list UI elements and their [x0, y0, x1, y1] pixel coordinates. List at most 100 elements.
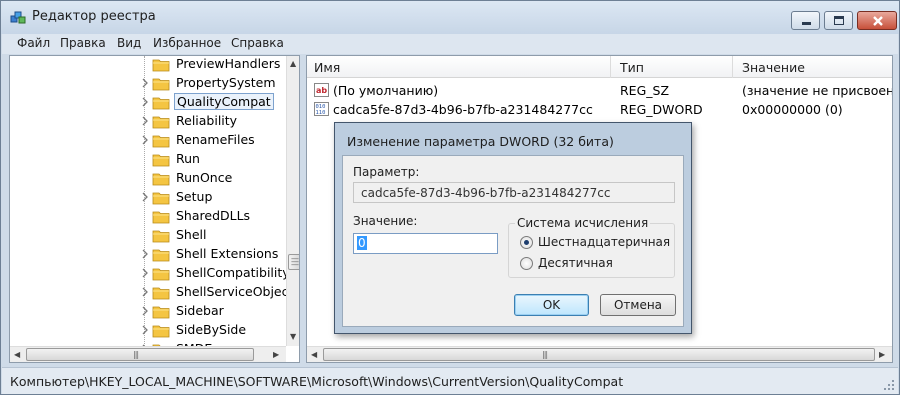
tree-item[interactable]: Run — [10, 150, 285, 169]
string-value-icon: ab — [314, 83, 329, 97]
svg-text:110: 110 — [316, 110, 326, 116]
scroll-right-arrow-icon[interactable]: ▶ — [879, 350, 885, 359]
tree-item-label: SideBySide — [176, 322, 247, 337]
tree-item-label: RenameFiles — [176, 132, 255, 147]
close-button[interactable] — [857, 11, 897, 30]
tree-vertical-scrollbar[interactable]: ▲ — — — ▼ — [286, 56, 299, 346]
folder-icon — [152, 230, 170, 243]
folder-icon — [152, 59, 170, 72]
list-header: Имя Тип Значение — [307, 56, 892, 78]
value-data-label: Значение: — [353, 214, 418, 228]
list-row[interactable]: ab (По умолчанию) REG_SZ (значение не пр… — [307, 81, 892, 100]
registry-editor-window: Редактор реестра Файл Правка Вид Избранн… — [0, 0, 900, 395]
folder-icon — [152, 287, 170, 300]
maximize-icon — [834, 16, 844, 25]
decimal-radio[interactable] — [520, 257, 533, 270]
menu-file[interactable]: Файл — [17, 36, 50, 50]
scroll-left-arrow-icon[interactable]: ◀ — [311, 350, 317, 359]
tree-item[interactable]: PropertySystem — [10, 74, 285, 93]
folder-icon — [152, 135, 170, 148]
tree-item-label: Shell — [176, 227, 207, 242]
tree-item[interactable]: SideBySide — [10, 321, 285, 340]
value-type: REG_SZ — [620, 83, 670, 98]
value-data: 0x00000000 (0) — [742, 102, 843, 117]
menu-help[interactable]: Справка — [231, 36, 284, 50]
tree-item[interactable]: RunOnce — [10, 169, 285, 188]
expand-arrow-icon[interactable] — [140, 192, 150, 202]
ok-button[interactable]: OK — [514, 294, 589, 316]
edit-dword-dialog: Изменение параметра DWORD (32 бита) Пара… — [334, 122, 692, 334]
expand-arrow-icon[interactable] — [140, 287, 150, 297]
expand-arrow-icon[interactable] — [140, 97, 150, 107]
expand-arrow-icon[interactable] — [140, 135, 150, 145]
folder-icon — [152, 116, 170, 129]
tree-horizontal-scrollbar[interactable]: ◀ ||| ▶ — [10, 346, 286, 362]
tree-item[interactable]: PreviewHandlers — [10, 56, 285, 74]
expand-arrow-icon[interactable] — [140, 268, 150, 278]
list-row[interactable]: 010 110 cadca5fe-87d3-4b96-b7fb-a2314842… — [307, 100, 892, 119]
column-type-header[interactable]: Тип — [620, 60, 644, 75]
value-data-input[interactable]: 0 — [353, 233, 498, 254]
tree-item-label: Shell Extensions — [176, 246, 279, 261]
cancel-button[interactable]: Отмена — [600, 294, 676, 316]
dialog-body: Параметр: cadca5fe-87d3-4b96-b7fb-a23148… — [342, 155, 684, 327]
minimize-button[interactable] — [791, 11, 820, 30]
tree-horizontal-scroll-thumb[interactable]: ||| — [26, 348, 254, 361]
tree-item[interactable]: Setup — [10, 188, 285, 207]
menu-favorites[interactable]: Избранное — [153, 36, 221, 50]
tree-item-label: Reliability — [176, 113, 238, 128]
value-name: cadca5fe-87d3-4b96-b7fb-a231484277cc — [333, 102, 593, 117]
menu-view[interactable]: Вид — [117, 36, 141, 50]
tree-item[interactable]: RenameFiles — [10, 131, 285, 150]
tree-item[interactable]: QualityCompat — [10, 93, 285, 112]
tree-item[interactable]: Shell — [10, 226, 285, 245]
value-name-field: cadca5fe-87d3-4b96-b7fb-a231484277cc — [353, 182, 675, 203]
column-separator[interactable] — [732, 56, 733, 78]
expand-arrow-icon[interactable] — [140, 249, 150, 259]
expand-arrow-icon[interactable] — [140, 325, 150, 335]
expand-arrow-icon[interactable] — [140, 306, 150, 316]
svg-text:ab: ab — [316, 86, 327, 95]
scroll-up-arrow-icon[interactable]: ▲ — [290, 59, 296, 68]
decimal-label[interactable]: Десятичная — [538, 256, 613, 270]
tree-item-label: Run — [176, 151, 200, 166]
value-data: (значение не присвоено) — [742, 83, 893, 98]
column-separator[interactable] — [610, 56, 611, 78]
maximize-button[interactable] — [824, 11, 853, 30]
tree-item[interactable]: ShellCompatibility — [10, 264, 290, 283]
key-tree[interactable]: PreviewHandlers PropertySystem QualityComp… — [9, 55, 300, 363]
hexadecimal-radio[interactable] — [520, 236, 533, 249]
list-horizontal-scrollbar[interactable]: ◀ ||| ▶ — [307, 346, 892, 362]
title-bar[interactable]: Редактор реестра — [1, 1, 899, 34]
tree-item[interactable]: SharedDLLs — [10, 207, 285, 226]
tree-item[interactable]: Reliability — [10, 112, 285, 131]
grip-icon: — — — — [291, 254, 299, 269]
scroll-left-arrow-icon[interactable]: ◀ — [14, 350, 20, 359]
menu-bar: Файл Правка Вид Избранное Справка — [2, 34, 898, 54]
scroll-down-arrow-icon[interactable]: ▼ — [290, 332, 296, 341]
folder-icon — [152, 249, 170, 262]
tree-vertical-scroll-thumb[interactable]: — — — — [288, 254, 299, 270]
scroll-right-arrow-icon[interactable]: ▶ — [273, 350, 279, 359]
list-horizontal-scroll-thumb[interactable]: ||| — [323, 348, 875, 361]
dialog-title[interactable]: Изменение параметра DWORD (32 бита) — [347, 134, 614, 149]
expand-arrow-icon[interactable] — [140, 116, 150, 126]
current-key-path: Компьютер\HKEY_LOCAL_MACHINE\SOFTWARE\Mi… — [10, 374, 624, 389]
tree-item[interactable]: Shell Extensions — [10, 245, 285, 264]
resize-grip-icon[interactable] — [883, 379, 895, 391]
menu-edit[interactable]: Правка — [60, 36, 106, 50]
window-title: Редактор реестра — [32, 9, 156, 24]
tree-item-label: RunOnce — [176, 170, 233, 185]
value-name-text: cadca5fe-87d3-4b96-b7fb-a231484277cc — [361, 186, 611, 200]
folder-icon — [152, 325, 170, 338]
expand-arrow-icon[interactable] — [140, 78, 150, 88]
column-name-header[interactable]: Имя — [314, 60, 340, 75]
value-type: REG_DWORD — [620, 102, 703, 117]
binary-value-icon: 010 110 — [314, 102, 329, 116]
folder-icon — [152, 78, 170, 91]
hexadecimal-label[interactable]: Шестнадцатеричная — [538, 235, 670, 249]
column-value-header[interactable]: Значение — [742, 60, 805, 75]
status-bar: Компьютер\HKEY_LOCAL_MACHINE\SOFTWARE\Mi… — [2, 367, 898, 394]
tree-item[interactable]: ShellServiceObjectD — [10, 283, 299, 302]
tree-item[interactable]: Sidebar — [10, 302, 285, 321]
